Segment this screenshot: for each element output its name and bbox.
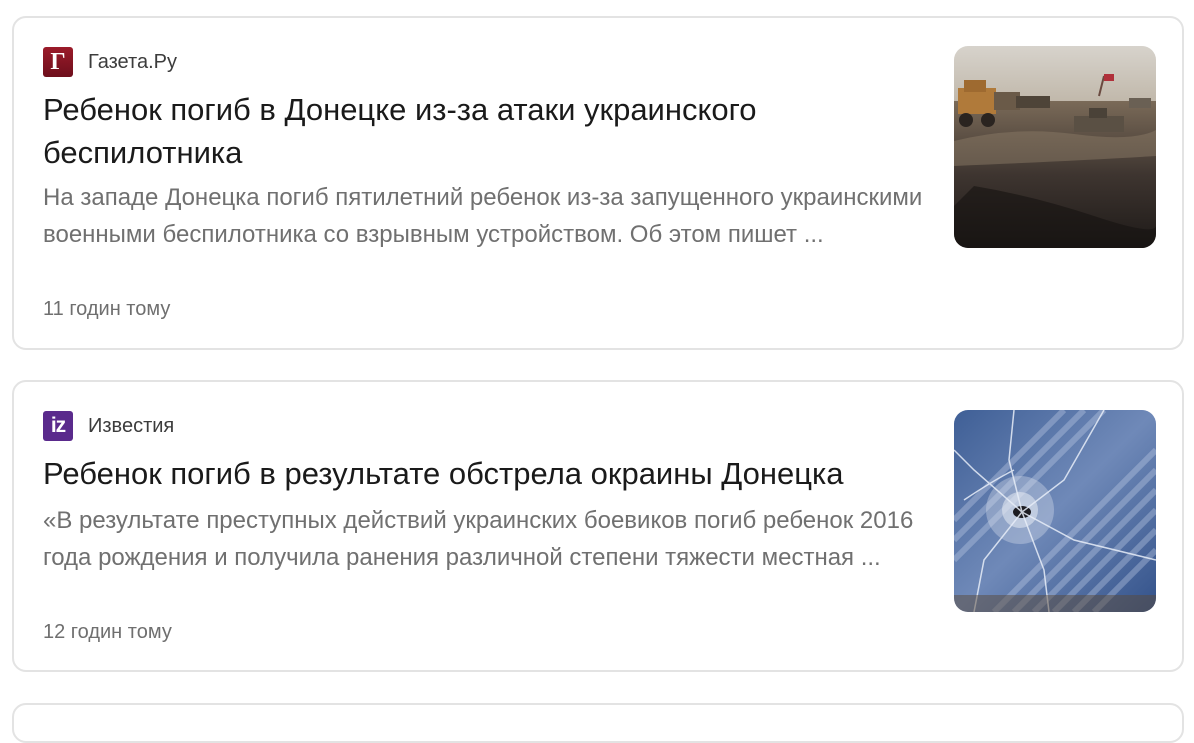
news-headline[interactable]: Ребенок погиб в Донецке из-за атаки укра… [43,88,913,174]
news-card[interactable]: Г Газета.Ру Ребенок погиб в Донецке из-з… [12,16,1184,350]
news-thumbnail[interactable] [954,410,1156,612]
news-headline[interactable]: Ребенок погиб в результате обстрела окра… [43,452,913,495]
news-source[interactable]: iz Известия [43,411,174,441]
news-source[interactable]: Г Газета.Ру [43,47,177,77]
news-thumbnail[interactable] [954,46,1156,248]
military-vehicles-photo-icon [954,46,1156,248]
shattered-glass-photo-icon [954,410,1156,612]
source-name: Газета.Ру [88,50,177,73]
news-timestamp: 12 годин тому [43,621,172,643]
source-name: Известия [88,414,175,437]
news-card[interactable] [12,703,1184,743]
news-card[interactable]: iz Известия Ребенок погиб в результате о… [12,380,1184,672]
news-snippet: «В результате преступных действий украин… [43,507,914,571]
gazeta-logo-icon: Г [43,47,73,77]
izvestia-logo-icon: iz [43,411,73,441]
news-snippet: На западе Донецка погиб пятилетний ребен… [43,184,923,248]
news-timestamp: 11 годин тому [43,298,171,320]
